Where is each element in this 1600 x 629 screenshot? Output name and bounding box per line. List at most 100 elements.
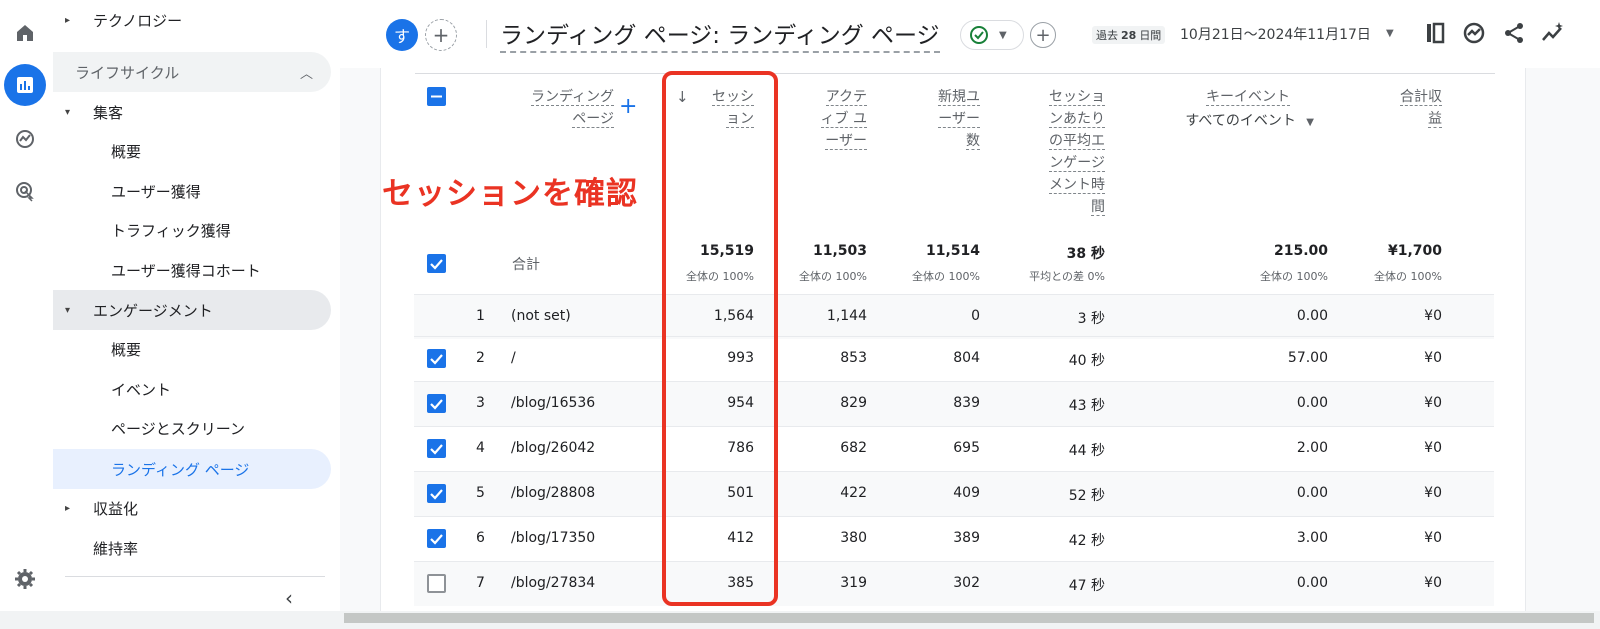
sparkle-trend-icon[interactable] <box>1540 20 1566 46</box>
row-avg-engagement: 43 秒 <box>1068 398 1105 414</box>
sidebar-item-eng-overview[interactable]: 概要 <box>53 329 331 369</box>
row-avg-engagement: 47 秒 <box>1068 578 1105 594</box>
select-all-checkbox[interactable] <box>427 87 446 106</box>
row-index: 2 <box>476 350 485 366</box>
header-key-events[interactable]: キーイベント <box>1150 86 1290 108</box>
sidebar-item-acq-overview[interactable]: 概要 <box>53 131 331 171</box>
range-prefix: 過去 <box>1096 29 1118 42</box>
row-landing-page[interactable]: /blog/17350 <box>511 530 595 546</box>
scrollbar-thumb[interactable] <box>344 613 1594 623</box>
header-text: 数 <box>966 133 980 150</box>
collapse-sidebar-icon[interactable]: ‹ <box>285 586 293 610</box>
row-key-events: 0.00 <box>1296 485 1328 501</box>
customize-report-icon[interactable] <box>1422 20 1448 46</box>
sidebar-item-traffic-acquisition[interactable]: トラフィック獲得 <box>53 210 331 250</box>
row-checkbox[interactable] <box>427 574 446 593</box>
row-landing-page[interactable]: /blog/28808 <box>511 485 595 501</box>
sidebar-item-retention[interactable]: 維持率 <box>53 528 331 568</box>
reports-icon[interactable] <box>4 64 46 106</box>
header-text: メント時 <box>1049 177 1105 194</box>
row-checkbox[interactable] <box>427 439 446 458</box>
sidebar-item-engagement[interactable]: ▾ エンゲージメント <box>53 290 331 330</box>
row-revenue: ¥0 <box>1424 308 1442 324</box>
header-avg-engagement[interactable]: セッショ ンあたり の平均エ ンゲージ メント時 間 <box>1010 86 1105 218</box>
sidebar-item-label: トラフィック獲得 <box>111 221 231 240</box>
row-landing-page[interactable]: (not set) <box>511 308 571 324</box>
table-row[interactable]: 1 (not set) 1,564 1,144 0 3 秒 0.00 ¥0 <box>414 294 1494 339</box>
add-comparison-icon[interactable]: + <box>425 19 457 51</box>
table-row[interactable]: 6 /blog/17350 412 380 389 42 秒 3.00 ¥0 <box>414 516 1494 561</box>
table-row[interactable]: 3 /blog/16536 954 829 839 43 秒 0.00 ¥0 <box>414 381 1494 426</box>
row-avg-engagement: 44 秒 <box>1068 443 1105 459</box>
sidebar-item-pages-screens[interactable]: ページとスクリーン <box>53 408 331 448</box>
totals-label: 合計 <box>512 257 540 273</box>
date-dropdown-icon[interactable]: ▼ <box>1386 28 1394 39</box>
sidebar-item-acq-cohort[interactable]: ユーザー獲得コホート <box>53 250 331 290</box>
title-status-dropdown[interactable]: ▼ <box>960 20 1024 50</box>
header-active-users[interactable]: アクテ ィブ ユ ーザー <box>790 86 867 152</box>
row-revenue: ¥0 <box>1424 575 1442 591</box>
row-new-users: 839 <box>953 395 980 411</box>
add-dimension-icon[interactable]: + <box>619 94 637 119</box>
sidebar-section-lifecycle[interactable]: ライフサイクル ︿ <box>53 52 331 92</box>
sidebar-item-label: ページとスクリーン <box>111 419 245 438</box>
insights-icon[interactable] <box>1461 20 1487 46</box>
sidebar-item-user-acquisition[interactable]: ユーザー獲得 <box>53 171 331 211</box>
row-landing-page[interactable]: /blog/16536 <box>511 395 595 411</box>
horizontal-scrollbar[interactable] <box>0 611 1600 629</box>
row-key-events: 3.00 <box>1296 530 1328 546</box>
row-checkbox[interactable] <box>427 484 446 503</box>
header-text: キーイベント <box>1206 89 1290 106</box>
header-landing-page[interactable]: ランディング ページ <box>500 86 614 130</box>
table-row[interactable]: 4 /blog/26042 786 682 695 44 秒 2.00 ¥0 <box>414 426 1494 471</box>
sidebar-item-label: イベント <box>111 380 172 399</box>
advertising-icon[interactable] <box>4 170 46 212</box>
header-text: 新規ユ <box>938 89 980 106</box>
caret-right-icon: ▸ <box>65 502 71 514</box>
sidebar-item-monetization[interactable]: ▸ 収益化 <box>53 488 331 528</box>
comparison-avatar[interactable]: す <box>386 19 418 51</box>
home-icon[interactable] <box>4 12 46 54</box>
sidebar-item-label: エンゲージメント <box>93 301 213 320</box>
table-row[interactable]: 5 /blog/28808 501 422 409 52 秒 0.00 ¥0 <box>414 471 1494 516</box>
row-new-users: 409 <box>953 485 980 501</box>
share-icon[interactable] <box>1501 20 1527 46</box>
sidebar-item-events[interactable]: イベント <box>53 369 331 409</box>
sidebar-item-landing-page[interactable]: ランディング ページ <box>53 449 331 489</box>
header-text: ィブ ユ <box>820 111 867 128</box>
sidebar-item-acquisition[interactable]: ▾ 集客 <box>53 92 331 132</box>
total-active-users: 11,503 <box>812 243 867 259</box>
row-landing-page[interactable]: / <box>511 350 516 366</box>
sidebar-item-label: 集客 <box>93 103 124 122</box>
sidebar-divider <box>65 576 325 577</box>
total-new-users-sub: 全体の 100% <box>912 270 980 283</box>
table-row[interactable]: 7 /blog/27834 385 319 302 47 秒 0.00 ¥0 <box>414 561 1494 606</box>
key-events-filter[interactable]: すべてのイベント ▼ <box>1150 110 1314 134</box>
header-revenue[interactable]: 合計収 益 <box>1370 86 1442 130</box>
row-checkbox[interactable] <box>427 529 446 548</box>
date-range-chip: 過去 28 日間 <box>1092 26 1166 44</box>
chevron-down-icon: ▼ <box>1306 117 1314 128</box>
settings-gear-icon[interactable] <box>4 558 46 600</box>
sidebar-item-technology[interactable]: ▸ テクノロジー <box>53 0 331 40</box>
row-revenue: ¥0 <box>1424 395 1442 411</box>
row-checkbox[interactable] <box>427 394 446 413</box>
range-suffix: 日間 <box>1139 29 1162 42</box>
totals-checkbox[interactable] <box>427 254 446 273</box>
header-text: ンあたり <box>1049 111 1105 128</box>
row-landing-page[interactable]: /blog/26042 <box>511 440 595 456</box>
row-avg-engagement: 42 秒 <box>1068 533 1105 549</box>
row-revenue: ¥0 <box>1424 530 1442 546</box>
row-new-users: 302 <box>953 575 980 591</box>
explore-icon[interactable] <box>4 118 46 160</box>
add-filter-icon[interactable]: + <box>1030 22 1056 48</box>
chevron-up-icon: ︿ <box>299 66 313 82</box>
header-new-users[interactable]: 新規ユ ーザー 数 <box>903 86 980 152</box>
row-checkbox[interactable] <box>427 349 446 368</box>
total-revenue-sub: 全体の 100% <box>1374 270 1442 283</box>
date-range-selector[interactable]: 10月21日～2024年11月17日 <box>1180 24 1371 44</box>
table-row[interactable]: 2 / 993 853 804 40 秒 57.00 ¥0 <box>414 336 1494 381</box>
total-active-users-sub: 全体の 100% <box>799 270 867 283</box>
row-landing-page[interactable]: /blog/27834 <box>511 575 595 591</box>
header-text: アクテ <box>825 89 867 106</box>
